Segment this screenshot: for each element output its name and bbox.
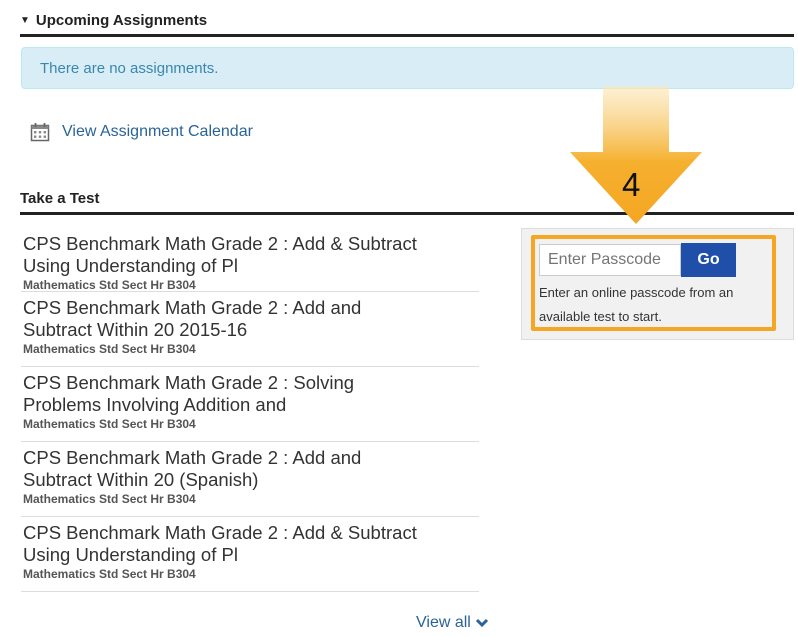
view-assignment-calendar-link[interactable]: View Assignment Calendar [30, 122, 253, 142]
test-list-item[interactable]: CPS Benchmark Math Grade 2 : Add and Sub… [21, 292, 479, 367]
test-list-item[interactable]: CPS Benchmark Math Grade 2 : Add & Subtr… [21, 517, 479, 592]
calendar-icon [30, 123, 50, 142]
test-list-item[interactable]: CPS Benchmark Math Grade 2 : Solving Pro… [21, 367, 479, 442]
caret-down-icon[interactable]: ▼ [20, 15, 30, 26]
test-title-line1[interactable]: CPS Benchmark Math Grade 2 : Add & Subtr… [23, 522, 477, 544]
passcode-help-text: Enter an online passcode from an availab… [539, 285, 734, 324]
test-list-item[interactable]: CPS Benchmark Math Grade 2 : Add & Subtr… [21, 228, 479, 292]
test-title-line1[interactable]: CPS Benchmark Math Grade 2 : Solving [23, 372, 477, 394]
test-title-line2[interactable]: Subtract Within 20 2015-16 [23, 319, 477, 341]
test-title-line2[interactable]: Using Understanding of Pl [23, 255, 477, 277]
test-list: CPS Benchmark Math Grade 2 : Add & Subtr… [21, 228, 479, 592]
test-section: Mathematics Std Sect Hr B304 [23, 342, 196, 356]
test-section: Mathematics Std Sect Hr B304 [23, 417, 196, 431]
chevron-down-icon [475, 618, 488, 628]
go-button[interactable]: Go [681, 243, 736, 277]
test-list-item[interactable]: CPS Benchmark Math Grade 2 : Add and Sub… [21, 442, 479, 517]
test-title-line2[interactable]: Problems Involving Addition and [23, 394, 477, 416]
test-title-line1[interactable]: CPS Benchmark Math Grade 2 : Add and [23, 297, 477, 319]
no-assignments-notice: There are no assignments. [21, 47, 794, 89]
test-title-line1[interactable]: CPS Benchmark Math Grade 2 : Add and [23, 447, 477, 469]
calendar-link-label: View Assignment Calendar [62, 123, 253, 140]
test-section: Mathematics Std Sect Hr B304 [23, 567, 196, 581]
passcode-input[interactable] [539, 244, 681, 276]
upcoming-assignments-title: Upcoming Assignments [35, 12, 208, 29]
view-all-link[interactable]: View all [416, 614, 489, 632]
test-title-line2[interactable]: Subtract Within 20 (Spanish) [23, 469, 477, 491]
test-title-line1[interactable]: CPS Benchmark Math Grade 2 : Add & Subtr… [23, 233, 477, 255]
view-all-label: View all [416, 614, 471, 631]
upcoming-assignments-header[interactable]: ▼ Upcoming Assignments [20, 12, 794, 37]
test-title-line2[interactable]: Using Understanding of Pl [23, 544, 477, 566]
test-section: Mathematics Std Sect Hr B304 [23, 492, 196, 506]
step-number-label: 4 [622, 166, 641, 203]
test-section: Mathematics Std Sect Hr B304 [23, 278, 196, 292]
down-arrow-annotation [570, 86, 702, 224]
